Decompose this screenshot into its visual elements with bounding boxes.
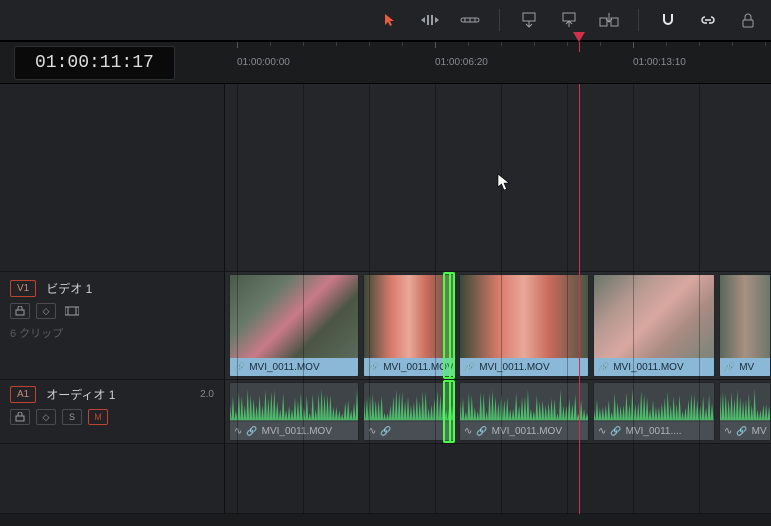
video-track-header[interactable]: V1 ビデオ 1 ◇ 6 クリップ <box>0 272 225 380</box>
clip-name: MVI_0011.MOV <box>492 426 562 437</box>
ruler-tick: 01:00:06:20 <box>435 42 488 83</box>
curve-icon: ∿ <box>724 426 732 437</box>
clip-name: MV <box>739 362 754 373</box>
clip-name: MVI_0011.MOV <box>613 362 683 373</box>
curve-icon: ∿ <box>464 426 472 437</box>
video-clip[interactable]: 🔗MVI_0011.MOV <box>363 274 455 377</box>
audio-track-badge[interactable]: A1 <box>10 386 36 403</box>
edit-point-line <box>449 272 451 379</box>
spacer-head <box>0 84 225 272</box>
overwrite-clip-tool[interactable] <box>556 7 582 33</box>
snap-toggle[interactable] <box>655 7 681 33</box>
ruler-tick: 01:00:13:10 <box>633 42 686 83</box>
gap-lane <box>225 444 771 514</box>
selection-tool[interactable] <box>377 7 403 33</box>
clip-count-label: 6 クリップ <box>10 325 214 341</box>
ruler-tick: 01:00:00:00 <box>237 42 290 83</box>
mute-icon[interactable]: M <box>88 409 108 425</box>
insert-clip-tool[interactable] <box>516 7 542 33</box>
clip-name: MVI_0011.... <box>626 426 682 437</box>
audio-clip[interactable]: ∿ 🔗 MVI_0011.MOV <box>229 382 359 441</box>
auto-select-icon[interactable]: ◇ <box>36 409 56 425</box>
clip-name: MVI_0011.MOV <box>262 426 332 437</box>
video-clip[interactable]: 🔗 MVI_0011.MOV <box>593 274 715 377</box>
edit-point-line <box>449 380 451 443</box>
curve-icon: ∿ <box>598 426 606 437</box>
gap-head <box>0 444 225 514</box>
lock-track-icon[interactable] <box>10 303 30 319</box>
video-lane[interactable]: 🔗 MVI_0011.MOV 🔗 MVI_0011.MOV 🔗 MVI_0011.MOV 🔗… <box>225 272 771 380</box>
link-icon: 🔗 <box>610 426 621 437</box>
track-headers: V1 ビデオ 1 ◇ 6 クリップ A1 オーディオ 1 2.0 ◇ S M <box>0 84 225 514</box>
clip-name: MVI_0011.MOV <box>479 362 549 373</box>
auto-select-icon[interactable]: ◇ <box>36 303 56 319</box>
video-clip[interactable]: 🔗 MVI_0011.MOV <box>459 274 589 377</box>
empty-lane[interactable] <box>225 84 771 272</box>
audio-clip[interactable]: ∿ 🔗 MVI_0011.MOV <box>459 382 589 441</box>
track-lanes: 🔗 MVI_0011.MOV 🔗 MVI_0011.MOV 🔗 MVI_0011.MOV 🔗… <box>225 84 771 514</box>
video-clip[interactable]: 🔗 MV <box>719 274 771 377</box>
timeline-ruler[interactable]: 01:00:00:00 01:00:06:20 01:00:13:10 <box>225 42 771 83</box>
video-track-name: ビデオ 1 <box>46 280 92 297</box>
clip-name: MVI_0011.MOV <box>249 362 319 373</box>
link-icon: 🔗 <box>476 426 487 437</box>
audio-track-name: オーディオ 1 <box>46 386 115 403</box>
link-icon: 🔗 <box>724 362 735 373</box>
replace-clip-tool[interactable] <box>596 7 622 33</box>
link-icon: 🔗 <box>246 426 257 437</box>
link-icon: 🔗 <box>464 362 475 373</box>
blade-tool[interactable] <box>457 7 483 33</box>
timeline-header: 01:00:11:17 01:00:00:0001:00:06:2001:00:… <box>0 42 771 84</box>
clip-name: MV <box>752 426 767 437</box>
video-track-badge[interactable]: V1 <box>10 280 36 297</box>
solo-icon[interactable]: S <box>62 409 82 425</box>
audio-track-header[interactable]: A1 オーディオ 1 2.0 ◇ S M <box>0 380 225 444</box>
audio-clip[interactable]: ∿🔗 <box>363 382 455 441</box>
timecode-container: 01:00:11:17 <box>0 42 225 83</box>
playhead-line <box>579 84 580 514</box>
audio-lane[interactable]: ∿🔗MVI_0011.MOV∿🔗∿🔗MVI_0011.MOV∿🔗MVI_0011… <box>225 380 771 444</box>
audio-clip[interactable]: ∿ 🔗 MVI_0011.... <box>593 382 715 441</box>
link-icon: 🔗 <box>598 362 609 373</box>
thumbnail-view-icon[interactable] <box>62 303 82 319</box>
timecode-display[interactable]: 01:00:11:17 <box>14 46 175 80</box>
link-toggle[interactable] <box>695 7 721 33</box>
curve-icon: ∿ <box>234 426 242 437</box>
lock-track-icon[interactable] <box>10 409 30 425</box>
separator <box>499 9 500 31</box>
link-icon: 🔗 <box>736 426 747 437</box>
tracks-area: V1 ビデオ 1 ◇ 6 クリップ A1 オーディオ 1 2.0 ◇ S M <box>0 84 771 514</box>
separator <box>638 9 639 31</box>
edit-toolbar <box>0 0 771 42</box>
audio-track-channels: 2.0 <box>200 389 214 400</box>
trim-tool[interactable] <box>417 7 443 33</box>
lock-toggle[interactable] <box>735 7 761 33</box>
video-clip[interactable]: 🔗 MVI_0011.MOV <box>229 274 359 377</box>
audio-clip[interactable]: ∿ 🔗 MV <box>719 382 771 441</box>
link-icon: 🔗 <box>380 426 391 437</box>
link-icon: 🔗 <box>234 362 245 373</box>
